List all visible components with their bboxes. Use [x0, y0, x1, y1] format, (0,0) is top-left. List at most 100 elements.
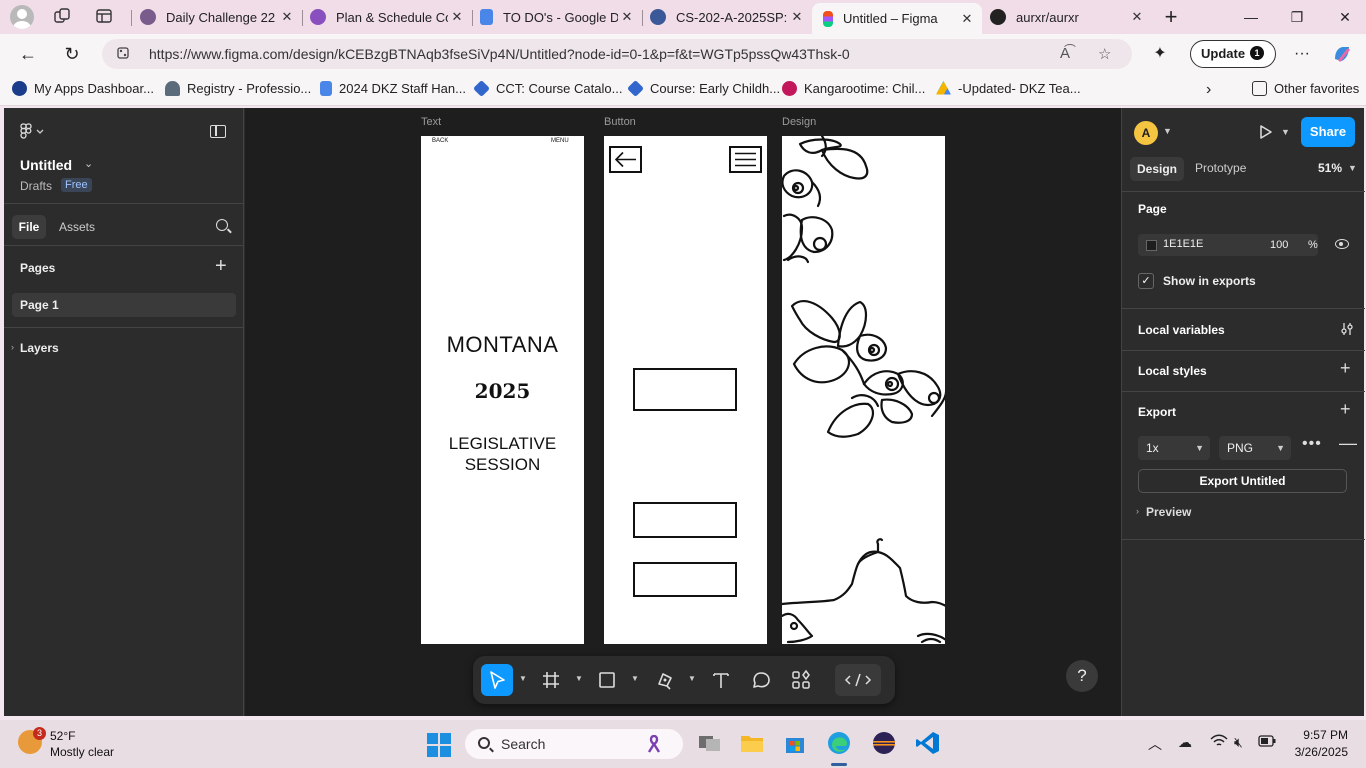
eye-icon[interactable] [1335, 239, 1349, 249]
page-item-page-1[interactable]: Page 1 [12, 293, 236, 317]
comment-tool[interactable] [745, 664, 777, 696]
help-button[interactable]: ? [1066, 660, 1098, 692]
button-rectangle-2[interactable] [633, 502, 737, 538]
frame-label-text[interactable]: Text [421, 116, 441, 128]
eclipse-icon[interactable] [871, 730, 897, 756]
export-scale-select[interactable]: 1x ▼ [1138, 436, 1210, 460]
page-opacity-field[interactable]: 100 % [1268, 234, 1318, 256]
user-avatar[interactable]: A [1134, 121, 1158, 145]
chevron-down-icon[interactable]: ▼ [519, 674, 527, 683]
zoom-level[interactable]: 51% [1318, 161, 1342, 175]
close-icon[interactable]: ✕ [448, 9, 466, 25]
vscode-icon[interactable] [915, 730, 941, 756]
local-variables-heading[interactable]: Local variables [1138, 323, 1225, 337]
drafts-label[interactable]: Drafts [20, 179, 52, 193]
legislative-text[interactable]: LEGISLATIVE SESSION [421, 433, 584, 475]
restore-icon[interactable]: ❐ [1286, 6, 1308, 28]
weather-desc[interactable]: Mostly clear [50, 745, 114, 759]
bookmark-kangarootime[interactable]: Kangarootime: Chil... [782, 81, 925, 96]
read-aloud-icon[interactable]: A͡ [1060, 45, 1070, 62]
url-text[interactable]: https://www.figma.com/design/kCEBzgBTNAq… [149, 46, 850, 62]
refresh-icon[interactable]: ↻ [60, 43, 84, 65]
close-icon[interactable]: ✕ [278, 9, 296, 25]
tab-file[interactable]: File [12, 215, 46, 239]
variables-adjust-icon[interactable] [1340, 322, 1354, 341]
clock-date[interactable]: 3/26/2025 [1286, 745, 1348, 759]
tab-figma-active[interactable]: Untitled – Figma ✕ [812, 3, 982, 34]
file-name[interactable]: Untitled [20, 157, 72, 173]
file-explorer-icon[interactable] [739, 730, 765, 756]
profile-avatar[interactable] [10, 5, 34, 29]
close-icon[interactable]: ✕ [1128, 9, 1146, 25]
chevron-down-icon[interactable]: ▼ [1348, 163, 1357, 173]
tab-prototype[interactable]: Prototype [1195, 161, 1246, 175]
design-canvas[interactable]: Text Button Design BACK MENU MONTANA 202… [245, 108, 1121, 716]
close-icon[interactable]: ✕ [618, 9, 636, 25]
export-format-select[interactable]: PNG ▼ [1219, 436, 1291, 460]
shape-tool[interactable] [591, 664, 623, 696]
bookmark-early-childhood[interactable]: Course: Early Childh... [627, 80, 780, 97]
frame-tool[interactable] [535, 664, 567, 696]
chevron-right-icon[interactable]: › [11, 342, 14, 352]
menu-text[interactable]: MENU [551, 138, 569, 144]
layers-heading[interactable]: Layers [20, 341, 59, 355]
chevron-right-icon[interactable]: › [1136, 506, 1139, 516]
windows-start-icon[interactable] [427, 733, 451, 757]
close-icon[interactable]: ✕ [958, 11, 976, 27]
workspaces-icon[interactable] [52, 7, 72, 27]
close-icon[interactable]: ✕ [788, 9, 806, 25]
text-tool[interactable] [705, 664, 737, 696]
new-tab-icon[interactable]: + [1160, 6, 1182, 28]
tab-design[interactable]: Design [1130, 157, 1184, 181]
chevron-down-icon[interactable]: ▼ [631, 674, 639, 683]
frame-text[interactable]: BACK MENU MONTANA 2025 LEGISLATIVE SESSI… [421, 136, 584, 644]
extensions-icon[interactable]: ✦ [1148, 43, 1172, 65]
preview-toggle[interactable]: Preview [1146, 505, 1191, 519]
favorite-star-icon[interactable]: ☆ [1098, 45, 1111, 63]
tab-actions-icon[interactable] [94, 7, 114, 27]
bookmark-registry[interactable]: Registry - Professio... [165, 81, 311, 96]
add-page-icon[interactable]: + [215, 255, 227, 278]
dev-mode-toggle[interactable] [835, 664, 881, 696]
copilot-icon[interactable] [1330, 43, 1354, 65]
move-tool[interactable] [481, 664, 513, 696]
chevron-down-icon[interactable]: ▼ [1281, 127, 1290, 137]
update-button[interactable]: Update 1 [1190, 40, 1276, 68]
chevron-down-icon[interactable]: ▼ [688, 674, 696, 683]
search-icon[interactable] [216, 219, 228, 231]
button-rectangle-1[interactable] [633, 368, 737, 411]
figma-menu-icon[interactable] [20, 123, 46, 143]
actions-tool[interactable] [785, 664, 817, 696]
present-play-icon[interactable] [1258, 124, 1274, 145]
page-color-hex[interactable]: 1E1E1E [1163, 238, 1203, 250]
back-text[interactable]: BACK [432, 138, 448, 144]
hamburger-menu-button[interactable] [729, 146, 762, 173]
year-text[interactable]: 2025 [421, 379, 584, 403]
site-info-icon[interactable] [116, 46, 130, 60]
chevron-down-icon[interactable]: ▼ [575, 674, 583, 683]
back-arrow-button[interactable] [609, 146, 642, 173]
volume-muted-icon[interactable]: 🔇︎ [1234, 734, 1243, 751]
tab-assets[interactable]: Assets [59, 220, 95, 234]
microsoft-store-icon[interactable] [782, 730, 808, 756]
add-export-icon[interactable]: + [1340, 399, 1351, 420]
battery-icon[interactable] [1258, 734, 1276, 750]
tab-plan-schedule[interactable]: Plan & Schedule Cou ✕ [302, 3, 472, 31]
chevron-right-icon[interactable]: › [1206, 81, 1211, 99]
export-button[interactable]: Export Untitled [1138, 469, 1347, 493]
show-in-exports-checkbox[interactable]: ✓ [1138, 273, 1154, 289]
tab-cs-202[interactable]: CS-202-A-2025SP: W ✕ [642, 3, 812, 31]
frame-label-design[interactable]: Design [782, 116, 816, 128]
add-style-icon[interactable]: + [1340, 358, 1351, 379]
tab-daily-challenge[interactable]: Daily Challenge 22 ✕ [132, 3, 302, 31]
frame-design[interactable] [782, 136, 945, 644]
pen-tool[interactable] [649, 664, 681, 696]
chevron-down-icon[interactable]: ▼ [1163, 126, 1172, 136]
more-options-icon[interactable]: ··· [1290, 43, 1314, 65]
clock-time[interactable]: 9:57 PM [1286, 728, 1348, 742]
bookmark-cct-catalog[interactable]: CCT: Course Catalo... [473, 80, 622, 97]
url-field[interactable]: https://www.figma.com/design/kCEBzgBTNAq… [102, 39, 1132, 69]
taskbar-search[interactable]: Search [465, 729, 683, 759]
wifi-icon[interactable] [1210, 734, 1228, 751]
bookmark-staff-handbook[interactable]: 2024 DKZ Staff Han... [320, 81, 466, 96]
